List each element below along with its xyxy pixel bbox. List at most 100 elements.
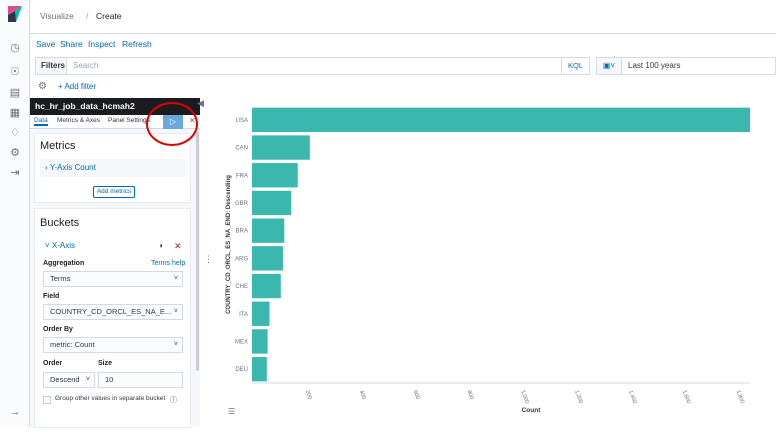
y-tick-label: ITA <box>239 312 248 318</box>
chevron-down-icon: ˅ <box>85 376 90 383</box>
size-label: Size <box>98 360 113 367</box>
y-tick-label: ARG <box>235 256 248 262</box>
clock-icon[interactable]: ◷ <box>8 41 22 55</box>
bar-deu[interactable] <box>252 356 267 382</box>
expand-arrow-icon[interactable]: → <box>8 405 22 419</box>
group-other-label: Group other values in separate bucket <box>55 395 166 402</box>
bar-chart: USA CAN FRA GBR BRA ARG CHE ITA MEX DEU 200 400 600 8… <box>226 107 750 414</box>
bar-arg[interactable] <box>252 246 283 271</box>
field-select[interactable]: COUNTRY_CD_ORCL_ES_NA_E... ˅ <box>43 304 183 320</box>
date-range-picker[interactable]: Last 100 years <box>622 57 776 75</box>
order-select[interactable]: Descend ˅ <box>43 372 95 388</box>
panel-divider[interactable]: ◀ ⋮ <box>197 98 218 427</box>
order-value: Descend <box>50 375 80 384</box>
x-axis-label: X-Axis <box>51 241 76 250</box>
x-tick-label: 800 <box>465 390 474 401</box>
bar-bra[interactable] <box>252 218 285 243</box>
y-tick-label: MEX <box>235 339 248 345</box>
order-by-value: metric: Count <box>50 340 95 349</box>
bar-gbr[interactable] <box>252 190 292 216</box>
bar-usa[interactable] <box>252 107 750 133</box>
kql-toggle[interactable]: KQL <box>562 57 590 75</box>
side-nav: ◷ ☉ ▤ ▦ ♢ ⚙ ⇥ → <box>0 0 30 427</box>
resize-handle-icon[interactable]: ⋮ <box>204 254 213 265</box>
calendar-icon[interactable]: ▣˅ <box>596 57 622 75</box>
visualize-icon[interactable]: ▤ <box>8 86 22 100</box>
tab-data[interactable]: Data <box>34 117 48 126</box>
share-link[interactable]: Share <box>60 39 83 49</box>
buckets-heading: Buckets <box>40 217 80 229</box>
y-axis-count-row[interactable]: › Y-Axis Count <box>40 159 187 177</box>
refresh-link[interactable]: Refresh <box>122 39 152 49</box>
breadcrumb-create: Create <box>96 11 122 21</box>
toggle-icon[interactable]: ◑ <box>158 237 163 255</box>
x-axis-title: Count <box>522 407 542 414</box>
filter-row: ⚙ + Add filter <box>30 80 776 96</box>
filters-button[interactable]: Filters <box>35 57 67 75</box>
aggregation-select[interactable]: Terms ˅ <box>43 271 183 287</box>
bar-mex[interactable] <box>252 329 268 354</box>
add-filter-link[interactable]: + Add filter <box>58 82 96 91</box>
top-toolbar: Save Share Inspect Refresh <box>30 35 776 53</box>
aggregation-label: Aggregation <box>43 260 85 267</box>
chart-area: USA CAN FRA GBR BRA ARG CHE ITA MEX DEU 200 400 600 8… <box>218 98 776 427</box>
x-axis-row[interactable]: ˅ X-Axis ◑ ✕ <box>40 237 187 255</box>
buckets-panel: Buckets ˅ X-Axis ◑ ✕ Aggregation Terms h… <box>34 208 191 428</box>
order-by-label: Order By <box>43 326 73 333</box>
bar-fra[interactable] <box>252 163 298 188</box>
x-tick-label: 400 <box>358 390 367 401</box>
canvas-icon[interactable]: ♢ <box>8 126 22 140</box>
kibana-logo-icon[interactable] <box>8 6 22 22</box>
x-tick-label: 1,000 <box>519 390 529 405</box>
y-tick-label: CHE <box>235 284 248 290</box>
filter-options-gear-icon[interactable]: ⚙ <box>38 81 47 92</box>
y-tick-label: CAN <box>235 146 248 152</box>
bar-ita[interactable] <box>252 301 270 326</box>
chevron-down-icon: ˅ <box>173 275 178 282</box>
y-tick-label: FRA <box>236 173 248 179</box>
remove-icon[interactable]: ✕ <box>174 237 182 255</box>
x-tick-label: 600 <box>412 390 421 401</box>
chevron-down-icon: ˅ <box>173 308 178 315</box>
x-tick-label: 1,800 <box>735 390 745 405</box>
editor-sidebar: hc_hr_job_data_hcmah2 Data Metrics & Axe… <box>30 98 200 428</box>
collapse-sidebar-icon[interactable]: ◀ <box>197 98 204 109</box>
y-tick-label: USA <box>236 118 248 124</box>
chevron-down-icon: ˅ <box>45 241 52 250</box>
group-other-checkbox[interactable] <box>43 396 51 404</box>
sidebar-scrollbar[interactable] <box>196 131 199 371</box>
logout-icon[interactable]: ⇥ <box>8 166 22 180</box>
aggregation-value: Terms <box>50 274 71 283</box>
breadcrumb-separator: / <box>86 11 89 21</box>
query-bar: Filters Search KQL ▣˅ Last 100 years <box>30 55 776 77</box>
y-tick-label: GBR <box>235 201 249 207</box>
size-input[interactable]: 10 <box>98 372 183 388</box>
dashboard-icon[interactable]: ▦ <box>8 106 22 120</box>
tab-metrics-axes[interactable]: Metrics & Axes <box>57 117 100 124</box>
info-icon[interactable]: ⓘ <box>170 395 177 405</box>
x-tick-label: 1,600 <box>681 390 691 405</box>
search-input[interactable]: Search <box>67 57 562 75</box>
field-value: COUNTRY_CD_ORCL_ES_NA_E... <box>50 307 172 316</box>
save-link[interactable]: Save <box>36 39 55 49</box>
metrics-heading: Metrics <box>40 140 76 152</box>
gear-icon[interactable]: ⚙ <box>8 146 22 160</box>
inspect-link[interactable]: Inspect <box>88 39 115 49</box>
y-axis-label: Y-Axis Count <box>49 163 96 172</box>
header: Visualize / Create <box>30 0 776 34</box>
order-by-select[interactable]: metric: Count ˅ <box>43 337 183 353</box>
bar-can[interactable] <box>252 135 310 160</box>
x-tick-label: 1,200 <box>573 390 583 405</box>
annotation-circle <box>146 102 198 146</box>
terms-help-link[interactable]: Terms help <box>151 260 185 267</box>
add-metrics-button[interactable]: Add metrics <box>93 186 135 198</box>
compass-icon[interactable]: ☉ <box>8 65 22 79</box>
y-tick-label: DEU <box>235 367 248 373</box>
x-tick-label: 1,400 <box>627 390 637 405</box>
breadcrumb-visualize[interactable]: Visualize <box>40 11 74 21</box>
order-label: Order <box>43 360 63 367</box>
legend-toggle-icon[interactable]: ☰ <box>228 407 240 417</box>
chevron-down-icon: ˅ <box>173 341 178 348</box>
y-axis-title: COUNTRY_CD_ORCL_ES_NA_END: Descending <box>226 175 232 314</box>
bar-che[interactable] <box>252 273 281 299</box>
